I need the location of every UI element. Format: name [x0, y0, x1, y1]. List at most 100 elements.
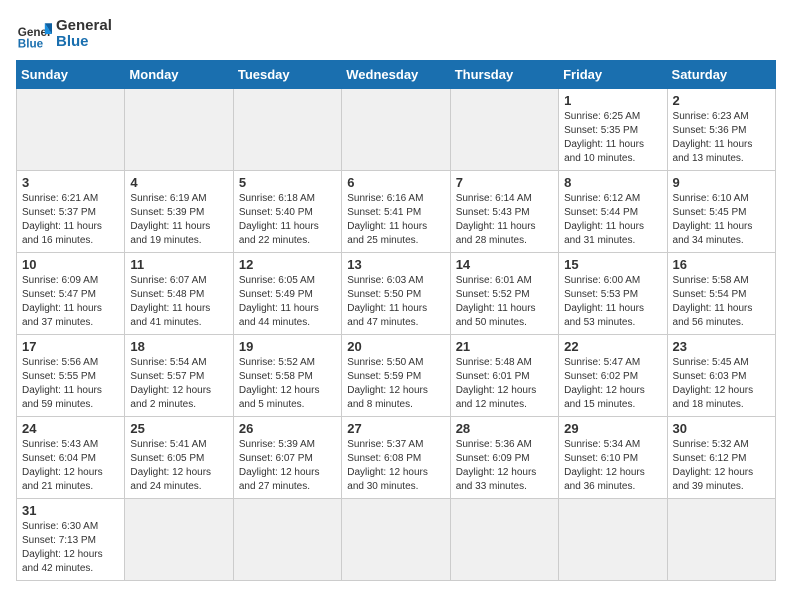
- calendar-cell: [17, 89, 125, 171]
- day-info: Sunrise: 6:00 AM Sunset: 5:53 PM Dayligh…: [564, 274, 661, 330]
- calendar-cell: 5Sunrise: 6:18 AM Sunset: 5:40 PM Daylig…: [233, 171, 341, 253]
- day-number: 23: [673, 339, 770, 354]
- day-number: 26: [239, 421, 336, 436]
- calendar-cell: 15 Sunrise: 6:00 AM Sunset: 5:53 PM Dayli…: [559, 253, 667, 335]
- day-number: 22: [564, 339, 661, 354]
- calendar-cell: 22 Sunrise: 5:47 AM Sunset: 6:02 PM Dayli…: [559, 335, 667, 417]
- calendar-cell: 26 Sunrise: 5:39 AM Sunset: 6:07 PM Dayli…: [233, 417, 341, 499]
- calendar-week-row: 17 Sunrise: 5:56 AM Sunset: 5:55 PM Dayli…: [17, 335, 776, 417]
- day-info: Sunrise: 5:56 AM Sunset: 5:55 PM Dayligh…: [22, 356, 119, 412]
- svg-text:Blue: Blue: [18, 38, 44, 51]
- day-number: 11: [130, 257, 227, 272]
- calendar-cell: [450, 89, 558, 171]
- calendar-cell: [233, 499, 341, 581]
- weekday-header-monday: Monday: [125, 61, 233, 89]
- calendar-cell: [125, 89, 233, 171]
- day-info: Sunrise: 6:25 AM Sunset: 5:35 PM Dayligh…: [564, 110, 661, 166]
- day-number: 9: [673, 175, 770, 190]
- day-number: 16: [673, 257, 770, 272]
- calendar-cell: 19 Sunrise: 5:52 AM Sunset: 5:58 PM Dayli…: [233, 335, 341, 417]
- calendar-week-row: 1 Sunrise: 6:25 AM Sunset: 5:35 PM Daylig…: [17, 89, 776, 171]
- calendar-cell: 8 Sunrise: 6:12 AM Sunset: 5:44 PM Daylig…: [559, 171, 667, 253]
- calendar-cell: 14Sunrise: 6:01 AM Sunset: 5:52 PM Dayli…: [450, 253, 558, 335]
- day-info: Sunrise: 6:03 AM Sunset: 5:50 PM Dayligh…: [347, 274, 444, 330]
- calendar-cell: 11 Sunrise: 6:07 AM Sunset: 5:48 PM Dayli…: [125, 253, 233, 335]
- logo-general-text: General: [56, 18, 112, 35]
- day-info: Sunrise: 6:21 AM Sunset: 5:37 PM Dayligh…: [22, 192, 119, 248]
- day-number: 1: [564, 93, 661, 108]
- calendar-cell: 24Sunrise: 5:43 AM Sunset: 6:04 PM Dayli…: [17, 417, 125, 499]
- calendar-cell: [667, 499, 775, 581]
- calendar-cell: 13 Sunrise: 6:03 AM Sunset: 5:50 PM Dayli…: [342, 253, 450, 335]
- weekday-header-saturday: Saturday: [667, 61, 775, 89]
- day-number: 29: [564, 421, 661, 436]
- calendar-cell: 27 Sunrise: 5:37 AM Sunset: 6:08 PM Dayli…: [342, 417, 450, 499]
- day-info: Sunrise: 5:48 AM Sunset: 6:01 PM Dayligh…: [456, 356, 553, 412]
- day-number: 2: [673, 93, 770, 108]
- calendar-cell: 31Sunrise: 6:30 AM Sunset: 7:13 PM Dayli…: [17, 499, 125, 581]
- weekday-header-thursday: Thursday: [450, 61, 558, 89]
- header: General Blue General Blue: [16, 16, 776, 52]
- calendar-cell: 4 Sunrise: 6:19 AM Sunset: 5:39 PM Daylig…: [125, 171, 233, 253]
- calendar-cell: 25Sunrise: 5:41 AM Sunset: 6:05 PM Dayli…: [125, 417, 233, 499]
- day-number: 24: [22, 421, 119, 436]
- day-info: Sunrise: 6:10 AM Sunset: 5:45 PM Dayligh…: [673, 192, 770, 248]
- day-info: Sunrise: 6:07 AM Sunset: 5:48 PM Dayligh…: [130, 274, 227, 330]
- calendar-cell: [233, 89, 341, 171]
- day-number: 31: [22, 503, 119, 518]
- day-info: Sunrise: 5:34 AM Sunset: 6:10 PM Dayligh…: [564, 438, 661, 494]
- logo-blue-text: Blue: [56, 34, 112, 51]
- day-number: 13: [347, 257, 444, 272]
- day-info: Sunrise: 5:47 AM Sunset: 6:02 PM Dayligh…: [564, 356, 661, 412]
- day-info: Sunrise: 6:05 AM Sunset: 5:49 PM Dayligh…: [239, 274, 336, 330]
- calendar-table: SundayMondayTuesdayWednesdayThursdayFrid…: [16, 60, 776, 581]
- logo: General Blue General Blue: [16, 16, 112, 52]
- calendar-cell: 30Sunrise: 5:32 AM Sunset: 6:12 PM Dayli…: [667, 417, 775, 499]
- day-number: 3: [22, 175, 119, 190]
- calendar-cell: 21 Sunrise: 5:48 AM Sunset: 6:01 PM Dayli…: [450, 335, 558, 417]
- day-info: Sunrise: 5:36 AM Sunset: 6:09 PM Dayligh…: [456, 438, 553, 494]
- day-number: 7: [456, 175, 553, 190]
- calendar-cell: 10 Sunrise: 6:09 AM Sunset: 5:47 PM Dayli…: [17, 253, 125, 335]
- calendar-week-row: 31Sunrise: 6:30 AM Sunset: 7:13 PM Dayli…: [17, 499, 776, 581]
- day-number: 17: [22, 339, 119, 354]
- weekday-header-friday: Friday: [559, 61, 667, 89]
- calendar-cell: 7 Sunrise: 6:14 AM Sunset: 5:43 PM Daylig…: [450, 171, 558, 253]
- calendar-cell: 12 Sunrise: 6:05 AM Sunset: 5:49 PM Dayli…: [233, 253, 341, 335]
- day-info: Sunrise: 6:12 AM Sunset: 5:44 PM Dayligh…: [564, 192, 661, 248]
- calendar-cell: [342, 499, 450, 581]
- day-info: Sunrise: 5:52 AM Sunset: 5:58 PM Dayligh…: [239, 356, 336, 412]
- calendar-week-row: 3 Sunrise: 6:21 AM Sunset: 5:37 PM Daylig…: [17, 171, 776, 253]
- day-number: 10: [22, 257, 119, 272]
- day-number: 19: [239, 339, 336, 354]
- calendar-cell: 20Sunrise: 5:50 AM Sunset: 5:59 PM Dayli…: [342, 335, 450, 417]
- day-info: Sunrise: 6:16 AM Sunset: 5:41 PM Dayligh…: [347, 192, 444, 248]
- day-number: 27: [347, 421, 444, 436]
- day-number: 18: [130, 339, 227, 354]
- day-number: 4: [130, 175, 227, 190]
- day-number: 15: [564, 257, 661, 272]
- day-info: Sunrise: 5:37 AM Sunset: 6:08 PM Dayligh…: [347, 438, 444, 494]
- day-info: Sunrise: 5:58 AM Sunset: 5:54 PM Dayligh…: [673, 274, 770, 330]
- calendar-cell: [559, 499, 667, 581]
- calendar-cell: 23Sunrise: 5:45 AM Sunset: 6:03 PM Dayli…: [667, 335, 775, 417]
- day-info: Sunrise: 5:54 AM Sunset: 5:57 PM Dayligh…: [130, 356, 227, 412]
- day-number: 25: [130, 421, 227, 436]
- calendar-cell: [125, 499, 233, 581]
- logo-icon: General Blue: [16, 16, 52, 52]
- day-number: 12: [239, 257, 336, 272]
- day-info: Sunrise: 6:09 AM Sunset: 5:47 PM Dayligh…: [22, 274, 119, 330]
- day-number: 28: [456, 421, 553, 436]
- calendar-cell: 9 Sunrise: 6:10 AM Sunset: 5:45 PM Daylig…: [667, 171, 775, 253]
- day-number: 8: [564, 175, 661, 190]
- calendar-cell: 16 Sunrise: 5:58 AM Sunset: 5:54 PM Dayli…: [667, 253, 775, 335]
- day-info: Sunrise: 6:14 AM Sunset: 5:43 PM Dayligh…: [456, 192, 553, 248]
- day-info: Sunrise: 6:23 AM Sunset: 5:36 PM Dayligh…: [673, 110, 770, 166]
- calendar-cell: [450, 499, 558, 581]
- day-info: Sunrise: 5:50 AM Sunset: 5:59 PM Dayligh…: [347, 356, 444, 412]
- calendar-cell: 2 Sunrise: 6:23 AM Sunset: 5:36 PM Daylig…: [667, 89, 775, 171]
- day-info: Sunrise: 6:01 AM Sunset: 5:52 PM Dayligh…: [456, 274, 553, 330]
- day-info: Sunrise: 5:39 AM Sunset: 6:07 PM Dayligh…: [239, 438, 336, 494]
- day-info: Sunrise: 6:19 AM Sunset: 5:39 PM Dayligh…: [130, 192, 227, 248]
- day-number: 21: [456, 339, 553, 354]
